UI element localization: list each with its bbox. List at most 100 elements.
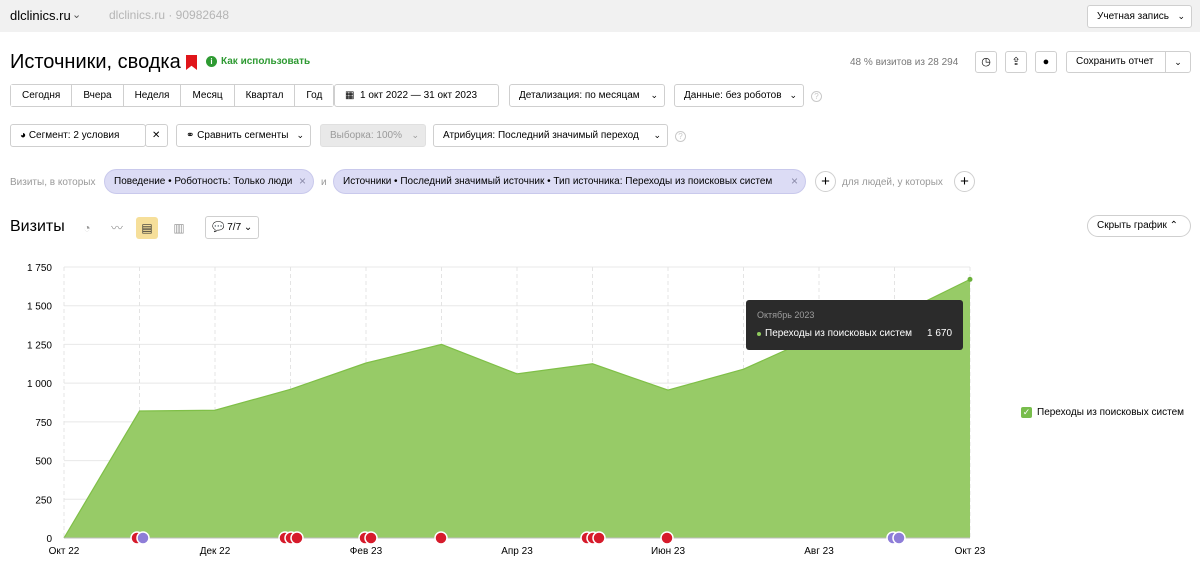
add-people-condition-button[interactable]: + [954, 171, 975, 192]
data-label: Данные: без роботов [684, 90, 782, 101]
annotations-count: 7/7 [227, 222, 242, 233]
annotation-marker [290, 531, 304, 545]
save-report-button[interactable]: Сохранить отчет [1066, 51, 1166, 73]
annotation-marker [892, 531, 906, 545]
period-today[interactable]: Сегодня [11, 85, 73, 106]
sample-dropdown[interactable]: Выборка: 100% ⌄ [320, 124, 426, 147]
people-label: для людей, у которых [842, 177, 943, 188]
segment-intro-label: Визиты, в которых [10, 177, 96, 188]
compare-label: Сравнить сегменты [197, 130, 289, 141]
help-icon[interactable]: ? [811, 91, 822, 102]
data-point [967, 276, 973, 282]
info-icon[interactable]: i [206, 56, 217, 67]
attribution-dropdown[interactable]: Атрибуция: Последний значимый переход ⌄ [433, 124, 668, 147]
period-month[interactable]: Месяц [181, 85, 235, 106]
period-year[interactable]: Год [295, 85, 334, 106]
annotations-dropdown[interactable]: 💬 7/7 ⌄ [205, 216, 259, 239]
period-selector: Сегодня Вчера Неделя Месяц Квартал Год [10, 84, 335, 107]
history-icon[interactable]: ◷ [975, 51, 997, 73]
x-tick-label: Июн 23 [651, 546, 686, 557]
bar-chart-icon[interactable]: ▥ [168, 217, 190, 239]
segment-icon: ◕ [20, 130, 27, 141]
chevron-down-icon: ⌄ [1177, 11, 1185, 21]
x-tick-label: Окт 22 [49, 546, 80, 557]
export-icon[interactable]: ⇪ [1005, 51, 1027, 73]
calendar-icon: ▦ [345, 90, 355, 101]
segment-label: Сегмент: 2 условия [28, 130, 120, 141]
line-chart-icon[interactable]: 〰 [106, 217, 128, 239]
segment-button[interactable]: ◕ Сегмент: 2 условия [10, 124, 146, 147]
and-label: и [321, 177, 327, 188]
annotation-marker [434, 531, 448, 545]
data-dropdown[interactable]: Данные: без роботов ⌄ [674, 84, 804, 107]
y-tick-label: 1 500 [27, 302, 52, 313]
close-icon[interactable]: × [299, 170, 306, 193]
attribution-label: Атрибуция: Последний значимый переход [443, 130, 639, 141]
share-icon[interactable]: ● [1035, 51, 1057, 73]
y-tick-label: 1 250 [27, 340, 52, 351]
legend-label: Переходы из поисковых систем [1037, 407, 1185, 418]
help-icon[interactable]: ? [675, 131, 686, 142]
top-bar: dlclinics.ru ⌄ dlclinics.ru · 90982648 У… [0, 0, 1200, 32]
period-quarter[interactable]: Квартал [234, 85, 296, 106]
chart-tooltip: Октябрь 2023 Переходы из поисковых систе… [746, 300, 963, 350]
chevron-down-icon: ⌄ [650, 90, 658, 100]
hide-chart-label: Скрыть график [1097, 220, 1167, 231]
tooltip-title: Октябрь 2023 [757, 310, 815, 320]
counter-label: dlclinics.ru · 90982648 [109, 8, 230, 22]
segment-chip-behavior[interactable]: Поведение • Роботность: Только люди × [104, 169, 314, 194]
page-title: Источники, сводка [10, 51, 181, 73]
x-tick-label: Фев 23 [350, 546, 383, 557]
chart-title: Визиты [10, 218, 65, 235]
tooltip-series: Переходы из поисковых систем [765, 328, 913, 339]
tooltip-value: 1 670 [927, 328, 953, 339]
clear-segment-button[interactable]: ✕ [145, 124, 168, 147]
annotation-marker [364, 531, 378, 545]
annotation-marker [136, 531, 150, 545]
y-tick-label: 250 [35, 495, 52, 506]
hide-chart-button[interactable]: Скрыть график ⌃ [1087, 215, 1191, 237]
x-tick-label: Дек 22 [200, 546, 231, 557]
detail-label: Детализация: по месяцам [519, 90, 640, 101]
account-button[interactable]: Учетная запись ⌄ [1087, 5, 1192, 28]
bookmark-icon[interactable] [186, 55, 197, 70]
annotation-marker [592, 531, 606, 545]
y-tick-label: 1 000 [27, 379, 52, 390]
add-condition-button[interactable]: + [815, 171, 836, 192]
y-tick-label: 750 [35, 418, 52, 429]
pie-chart-icon[interactable]: ◔ [76, 217, 98, 239]
chevron-down-icon: ⌄ [789, 90, 797, 100]
y-tick-label: 0 [46, 534, 52, 545]
how-to-link[interactable]: Как использовать [221, 56, 310, 67]
compare-icon: ⚭ [186, 130, 195, 141]
series-dot [757, 332, 761, 336]
segment-chip-label: Поведение • Роботность: Только люди [114, 176, 293, 187]
chevron-down-icon: ⌄ [411, 130, 419, 140]
annotation-marker [660, 531, 674, 545]
chevron-down-icon: ⌄ [653, 130, 661, 140]
visits-share-text: 48 % визитов из 28 294 [850, 57, 959, 68]
date-range-label: 1 окт 2022 — 31 окт 2023 [360, 90, 478, 101]
x-tick-label: Апр 23 [501, 546, 533, 557]
site-selector[interactable]: dlclinics.ru [10, 8, 71, 23]
sample-label: Выборка: 100% [330, 130, 402, 141]
date-range-button[interactable]: ▦ 1 окт 2022 — 31 окт 2023 [334, 84, 499, 107]
close-icon[interactable]: × [791, 170, 798, 193]
legend-checkbox[interactable]: ✓ [1021, 407, 1032, 418]
segment-chip-label: Источники • Последний значимый источник … [343, 176, 773, 187]
area-chart-icon[interactable]: ▤ [136, 217, 158, 239]
close-icon: ✕ [152, 130, 161, 141]
account-label: Учетная запись [1097, 11, 1170, 22]
compare-segments-button[interactable]: ⚭ Сравнить сегменты ⌄ [176, 124, 311, 147]
x-tick-label: Окт 23 [955, 546, 986, 557]
period-week[interactable]: Неделя [123, 85, 182, 106]
y-tick-label: 500 [35, 457, 52, 468]
detail-dropdown[interactable]: Детализация: по месяцам ⌄ [509, 84, 665, 107]
save-dropdown-button[interactable]: ⌄ [1165, 51, 1191, 73]
chevron-down-icon[interactable]: ⌄ [72, 8, 81, 21]
segment-chip-sources[interactable]: Источники • Последний значимый источник … [333, 169, 806, 194]
x-tick-label: Авг 23 [804, 546, 834, 557]
period-yesterday[interactable]: Вчера [72, 85, 124, 106]
comment-icon: 💬 [212, 222, 225, 233]
chevron-down-icon: ⌄ [296, 130, 304, 140]
